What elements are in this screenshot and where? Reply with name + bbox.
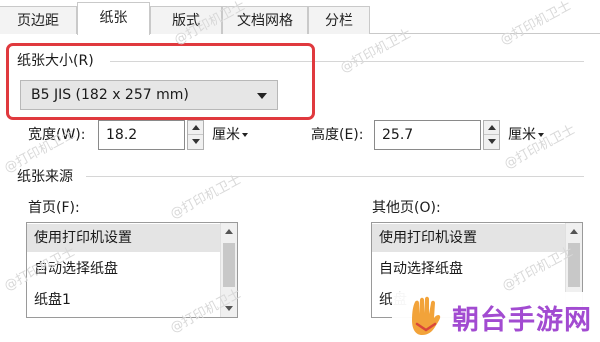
width-increment[interactable]: [188, 121, 203, 135]
caret-down-icon: [538, 133, 544, 137]
height-input[interactable]: 25.7: [374, 120, 481, 150]
scroll-thumb[interactable]: [568, 243, 580, 287]
list-item[interactable]: 使用打印机设置: [27, 224, 221, 252]
logo-text: 朝台手游网: [452, 305, 592, 336]
tab-columns[interactable]: 分栏: [308, 6, 370, 34]
caret-up-icon: [192, 125, 200, 130]
height-value: 25.7: [382, 127, 414, 143]
tab-document-grid[interactable]: 文档网格: [222, 6, 308, 34]
height-label: 高度(E):: [311, 127, 364, 143]
caret-down-icon: [488, 139, 496, 144]
height-stepper[interactable]: [483, 120, 500, 150]
list-item[interactable]: 纸盘1: [27, 286, 221, 314]
width-value: 18.2: [106, 127, 138, 143]
height-decrement[interactable]: [484, 135, 499, 149]
width-unit-dropdown[interactable]: 厘米: [212, 124, 248, 144]
height-unit-label: 厘米: [508, 127, 536, 143]
paper-source-label: 纸张来源: [17, 169, 73, 185]
first-page-label: 首页(F):: [28, 200, 80, 216]
list-item[interactable]: 自动选择纸盘: [372, 255, 566, 283]
tab-margins[interactable]: 页边距: [0, 6, 77, 34]
tab-layout[interactable]: 版式: [150, 6, 222, 34]
width-decrement[interactable]: [188, 135, 203, 149]
width-label: 宽度(W):: [28, 127, 86, 143]
scroll-thumb[interactable]: [223, 243, 235, 287]
scroll-up-icon[interactable]: [570, 229, 578, 234]
paper-source-divider: [86, 176, 584, 177]
first-page-listbox[interactable]: 使用打印机设置 自动选择纸盘 纸盘1: [26, 222, 238, 318]
width-input[interactable]: 18.2: [98, 120, 185, 150]
tab-paper[interactable]: 纸张: [77, 2, 150, 35]
height-unit-dropdown[interactable]: 厘米: [508, 124, 544, 144]
caret-down-icon: [192, 139, 200, 144]
list-item[interactable]: 使用打印机设置: [372, 224, 566, 252]
hand-icon: [412, 296, 441, 335]
site-logo: 朝台手游网: [392, 292, 600, 342]
scroll-up-icon[interactable]: [225, 229, 233, 234]
scroll-down-icon[interactable]: [225, 306, 233, 311]
caret-up-icon: [488, 125, 496, 130]
first-page-scrollbar[interactable]: [220, 223, 237, 317]
width-unit-label: 厘米: [212, 127, 240, 143]
tab-bar: 页边距 纸张 版式 文档网格 分栏: [0, 0, 600, 35]
caret-down-icon: [242, 133, 248, 137]
other-pages-label: 其他页(O):: [372, 200, 441, 216]
height-increment[interactable]: [484, 121, 499, 135]
highlight-annotation: [6, 43, 315, 120]
width-stepper[interactable]: [187, 120, 204, 150]
list-item[interactable]: 自动选择纸盘: [27, 255, 221, 283]
